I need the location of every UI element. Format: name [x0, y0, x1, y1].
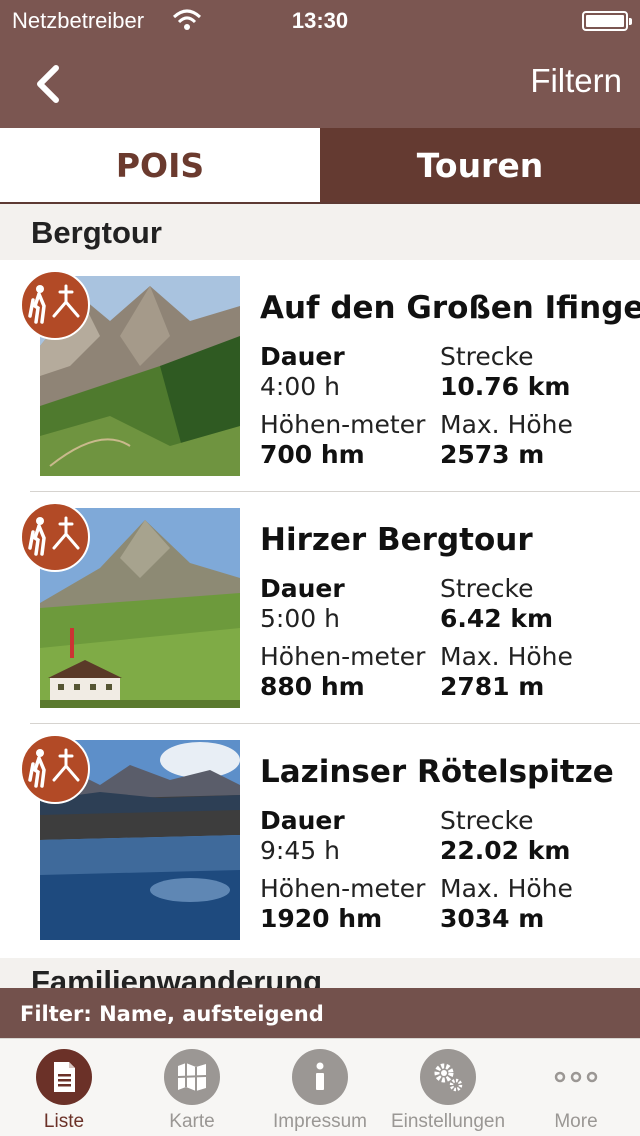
- duration-label: Dauer: [260, 574, 345, 603]
- max-altitude-label: Max. Höhe: [440, 874, 573, 903]
- elevation-gain-value: 1920 hm: [260, 904, 383, 933]
- tab-bar: Liste Karte Impressum Einstellungen More: [0, 1038, 640, 1136]
- duration-value: 4:00 h: [260, 372, 340, 401]
- tour-list-item[interactable]: Auf den Großen Ifinger Dauer 4:00 h Stre…: [0, 260, 640, 492]
- filter-status-banner: Filter: Name, aufsteigend: [0, 988, 640, 1038]
- distance-value: 6.42 km: [440, 604, 554, 633]
- tabbar-label: Liste: [43, 1111, 85, 1132]
- tabbar-item-more[interactable]: More: [512, 1039, 640, 1136]
- distance-label: Strecke: [440, 574, 534, 603]
- elevation-gain-value: 700 hm: [260, 440, 365, 469]
- distance-value: 22.02 km: [440, 836, 571, 865]
- elevation-gain-value: 880 hm: [260, 672, 365, 701]
- tour-title: Lazinser Rötelspitze: [260, 754, 614, 790]
- back-chevron-icon[interactable]: [28, 62, 72, 106]
- section-header-bergtour: Bergtour: [0, 204, 640, 260]
- distance-label: Strecke: [440, 342, 534, 371]
- max-altitude-value: 3034 m: [440, 904, 545, 933]
- tabbar-item-impressum[interactable]: Impressum: [256, 1039, 384, 1136]
- elevation-gain-label: Höhen-meter: [260, 642, 426, 671]
- max-altitude-label: Max. Höhe: [440, 642, 573, 671]
- tab-pois[interactable]: POIS: [0, 128, 320, 202]
- map-icon: [164, 1049, 220, 1105]
- tour-list-item[interactable]: Lazinser Rötelspitze Dauer 9:45 h Streck…: [0, 724, 640, 956]
- duration-label: Dauer: [260, 342, 345, 371]
- info-icon: [292, 1049, 348, 1105]
- clock: 13:30: [291, 8, 349, 33]
- max-altitude-label: Max. Höhe: [440, 410, 573, 439]
- elevation-gain-label: Höhen-meter: [260, 410, 426, 439]
- list-icon: [36, 1049, 92, 1105]
- duration-label: Dauer: [260, 806, 345, 835]
- tour-list-item[interactable]: Hirzer Bergtour Dauer 5:00 h Strecke 6.4…: [0, 492, 640, 724]
- tabbar-item-liste[interactable]: Liste: [0, 1039, 128, 1136]
- max-altitude-value: 2573 m: [440, 440, 545, 469]
- tabbar-item-karte[interactable]: Karte: [128, 1039, 256, 1136]
- tabbar-label: Karte: [169, 1111, 215, 1132]
- elevation-gain-label: Höhen-meter: [260, 874, 426, 903]
- tabbar-label: Impressum: [273, 1111, 367, 1132]
- duration-value: 5:00 h: [260, 604, 340, 633]
- tab-touren[interactable]: Touren: [320, 128, 640, 202]
- tour-title: Hirzer Bergtour: [260, 522, 533, 558]
- max-altitude-value: 2781 m: [440, 672, 545, 701]
- tabbar-item-einstellungen[interactable]: Einstellungen: [384, 1039, 512, 1136]
- hiking-icon: [20, 270, 90, 340]
- more-icon: [548, 1049, 604, 1105]
- battery-icon: [582, 11, 632, 31]
- tabbar-label: Einstellungen: [390, 1111, 506, 1132]
- tabbar-label: More: [554, 1111, 598, 1132]
- gear-icon: [420, 1049, 476, 1105]
- section-title: Familienwanderung: [31, 964, 323, 988]
- hiking-icon: [20, 502, 90, 572]
- section-header-familienwanderung: Familienwanderung: [0, 958, 640, 988]
- distance-label: Strecke: [440, 806, 534, 835]
- tour-title: Auf den Großen Ifinger: [260, 290, 640, 326]
- segmented-control: POIS Touren: [0, 128, 640, 204]
- distance-value: 10.76 km: [440, 372, 571, 401]
- duration-value: 9:45 h: [260, 836, 340, 865]
- filter-button[interactable]: Filtern: [530, 62, 622, 100]
- hiking-icon: [20, 734, 90, 804]
- nav-bar: Filtern: [0, 40, 640, 128]
- status-bar: Netzbetreiber 13:30: [0, 0, 640, 40]
